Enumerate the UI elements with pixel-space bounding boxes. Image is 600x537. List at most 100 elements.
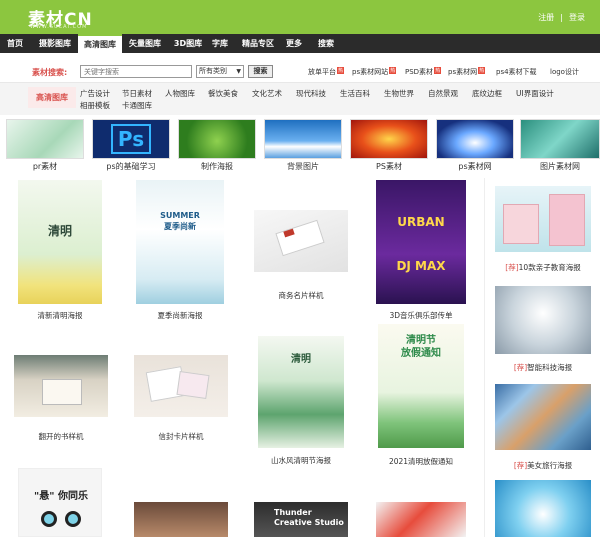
category-item[interactable]: 相册模板: [80, 100, 110, 111]
nav-item-more[interactable]: 更多: [282, 34, 306, 53]
card-caption: 商务名片样机: [278, 291, 324, 300]
resource-card[interactable]: 信封卡片样机: [134, 355, 228, 445]
poster-title: "悬" 你同乐: [34, 491, 88, 502]
thumb-caption: 背景图片: [287, 162, 319, 171]
category-item[interactable]: 餐饮美食: [208, 88, 238, 99]
category-item[interactable]: 生物世界: [384, 88, 414, 99]
site-logo-subtitle: WWW.SUCAI.COM: [30, 24, 88, 30]
card-caption: 清新清明海报: [37, 311, 83, 320]
nav-item-vector[interactable]: 矢量图库: [124, 34, 166, 53]
sidebar-card[interactable]: [荐]智能科技海报: [495, 286, 591, 376]
featured-thumb[interactable]: pr素材: [6, 119, 84, 171]
featured-strip: pr素材 Ps ps的基础学习 制作海报 背景图片 PS素材 ps素材网 图片素…: [0, 115, 600, 171]
nav-item-fonts[interactable]: 字库: [208, 34, 232, 53]
glasses-left-icon: [41, 511, 57, 527]
category-item[interactable]: 文化艺术: [252, 88, 282, 99]
featured-thumb[interactable]: 背景图片: [264, 119, 342, 171]
resource-card[interactable]: Thunder Creative Studio: [254, 502, 348, 537]
card-caption: 2021清明放假通知: [388, 457, 454, 466]
resource-card[interactable]: SUMMER 夏季尚新 夏季尚新海报: [136, 180, 224, 320]
featured-thumb[interactable]: PS素材: [350, 119, 428, 171]
search-input[interactable]: [80, 65, 192, 78]
hot-link[interactable]: ps4素材下载: [496, 67, 537, 77]
featured-thumb[interactable]: ps素材网: [436, 119, 514, 171]
recommend-tag: [荐]: [505, 263, 519, 272]
category-select-value: 所有类别: [199, 67, 227, 75]
category-item[interactable]: 生活百科: [340, 88, 370, 99]
category-item[interactable]: 节日素材: [122, 88, 152, 99]
hot-badge: 热: [478, 67, 486, 74]
resource-card[interactable]: [134, 502, 228, 537]
resource-card[interactable]: [376, 502, 466, 537]
resource-card[interactable]: 清明 山水风清明节海报: [258, 336, 344, 466]
card-image: [495, 480, 591, 537]
thumb-caption: ps的基础学习: [106, 162, 156, 171]
card-image: SUMMER 夏季尚新: [136, 180, 224, 304]
category-item[interactable]: 广告设计: [80, 88, 110, 99]
card-caption: [荐]智能科技海报: [495, 362, 591, 373]
poster-title: 清明: [291, 354, 311, 365]
login-link[interactable]: 登录: [569, 13, 585, 22]
featured-thumb[interactable]: 制作海报: [178, 119, 256, 171]
featured-thumb[interactable]: Ps ps的基础学习: [92, 119, 170, 171]
search-button[interactable]: 搜索: [248, 65, 273, 78]
nav-item-search[interactable]: 搜索: [314, 34, 338, 53]
top-header: 素材CN WWW.SUCAI.COM 注册 | 登录: [0, 0, 600, 34]
nav-item-premium[interactable]: 精品专区: [236, 34, 280, 53]
hot-link[interactable]: 放单平台热: [308, 67, 345, 77]
card-image: [495, 384, 591, 450]
card-image: 清明节 放假通知: [378, 324, 464, 448]
category-label: 高清图库: [28, 87, 76, 108]
card-caption-text: 智能科技海报: [527, 363, 573, 372]
register-link[interactable]: 注册: [538, 13, 554, 22]
nav-item-photo[interactable]: 摄影图库: [34, 34, 76, 53]
card-caption-text: 10款亲子教育海报: [518, 263, 581, 272]
nav-item-home[interactable]: 首页: [0, 34, 30, 53]
card-image: 清明: [18, 180, 102, 304]
poster-title: 清明节 放假通知: [401, 335, 441, 359]
hot-link[interactable]: ps素材网站热: [352, 67, 397, 77]
featured-thumb[interactable]: 图片素材网: [520, 119, 600, 171]
nav-item-hd[interactable]: 高清图库: [78, 34, 122, 53]
resource-card[interactable]: 翻开的书样机: [14, 355, 108, 445]
card-caption: 夏季尚新海报: [157, 311, 203, 320]
thumb-image: [6, 119, 84, 159]
category-item[interactable]: 卡通图库: [122, 100, 152, 111]
card-image: [254, 210, 348, 272]
thumb-image: [436, 119, 514, 159]
thumb-image: [178, 119, 256, 159]
category-item[interactable]: 现代科技: [296, 88, 326, 99]
resource-card[interactable]: 商务名片样机: [254, 210, 348, 300]
hot-link[interactable]: logo设计: [550, 67, 579, 77]
hot-link-label: ps素材网站: [352, 68, 389, 76]
recommend-tag: [荐]: [513, 363, 528, 372]
resource-card[interactable]: "悬" 你同乐: [18, 468, 102, 537]
card-image: "悬" 你同乐: [18, 468, 102, 537]
sidebar-card[interactable]: [495, 480, 591, 537]
card-image: [495, 186, 591, 252]
resource-card[interactable]: 清明节 放假通知 2021清明放假通知: [378, 324, 464, 469]
hot-link[interactable]: PSD素材热: [405, 67, 442, 77]
category-item[interactable]: 自然景观: [428, 88, 458, 99]
thumb-caption: 制作海报: [201, 162, 233, 171]
category-select[interactable]: 所有类别 ▼: [196, 65, 244, 78]
card-image: Thunder Creative Studio: [254, 502, 348, 537]
sidebar-card[interactable]: [荐]10款亲子教育海报: [495, 186, 591, 276]
card-image: 清明: [258, 336, 344, 448]
sidebar-card[interactable]: [荐]美女旅行海报: [495, 384, 591, 474]
hot-link-label: PSD素材: [405, 68, 434, 76]
resource-card[interactable]: 清明 清新清明海报: [18, 180, 102, 320]
hot-badge: 热: [389, 67, 397, 74]
resource-card[interactable]: URBAN DJ MAX 3D音乐俱乐部传单: [376, 180, 466, 320]
poster-title: 清明: [48, 224, 73, 238]
card-caption: 3D音乐俱乐部传单: [389, 311, 453, 320]
category-item[interactable]: UI界面设计: [516, 88, 554, 99]
card-caption: 信封卡片样机: [158, 432, 204, 441]
card-caption: 翻开的书样机: [38, 432, 84, 441]
category-item[interactable]: 人物图库: [165, 88, 195, 99]
nav-item-3d[interactable]: 3D图库: [168, 34, 208, 53]
hot-link[interactable]: ps素材网热: [448, 67, 486, 77]
card-image: [134, 502, 228, 537]
thumb-caption: 图片素材网: [540, 162, 580, 171]
category-item[interactable]: 底纹边框: [472, 88, 502, 99]
